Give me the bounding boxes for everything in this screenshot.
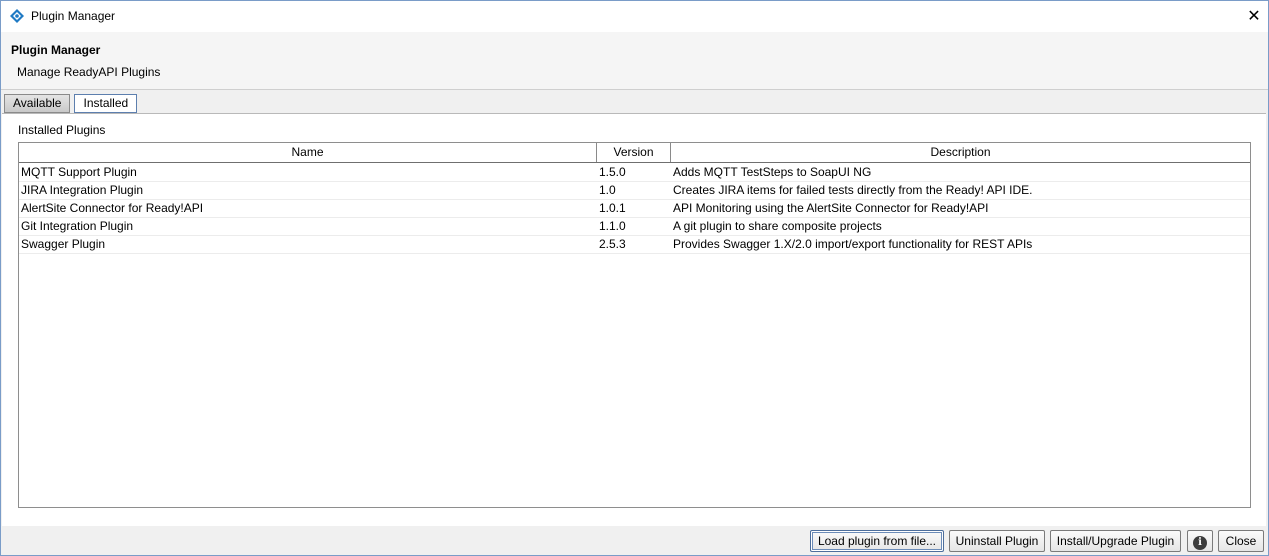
column-header-version[interactable]: Version (597, 143, 671, 162)
plugin-name: Git Integration Plugin (21, 219, 134, 233)
table-row[interactable]: MQTT Support Plugin 1.5.0 Adds MQTT Test… (19, 163, 1250, 182)
column-header-name[interactable]: Name (19, 143, 597, 162)
table-header: Name Version Description (19, 143, 1250, 163)
plugin-description: Provides Swagger 1.X/2.0 import/export f… (673, 237, 1033, 251)
readyapi-logo-icon (10, 9, 24, 23)
plugins-table: Name Version Description MQTT Support Pl… (18, 142, 1251, 508)
table-row[interactable]: JIRA Integration Plugin 1.0 Creates JIRA… (19, 181, 1250, 200)
plugin-version: 1.0.1 (599, 201, 626, 215)
plugin-version: 1.0 (599, 183, 616, 197)
close-button[interactable]: Close (1218, 530, 1264, 552)
install-upgrade-plugin-button[interactable]: Install/Upgrade Plugin (1050, 530, 1181, 552)
plugin-version: 1.1.0 (599, 219, 626, 233)
table-row[interactable]: Swagger Plugin 2.5.3 Provides Swagger 1.… (19, 235, 1250, 254)
close-icon[interactable]: ✕ (1241, 4, 1267, 28)
header-panel: Plugin Manager Manage ReadyAPI Plugins (1, 32, 1268, 90)
plugin-description: Adds MQTT TestSteps to SoapUI NG (673, 165, 872, 179)
header-title: Plugin Manager (11, 43, 101, 57)
plugin-manager-window: Plugin Manager ✕ Plugin Manager Manage R… (0, 0, 1269, 556)
plugin-description: A git plugin to share composite projects (673, 219, 882, 233)
section-label: Installed Plugins (18, 123, 106, 137)
header-subtitle: Manage ReadyAPI Plugins (17, 65, 161, 79)
window-title: Plugin Manager (31, 9, 116, 23)
table-row[interactable]: Git Integration Plugin 1.1.0 A git plugi… (19, 217, 1250, 236)
load-plugin-button[interactable]: Load plugin from file... (810, 530, 944, 552)
plugin-description: API Monitoring using the AlertSite Conne… (673, 201, 989, 215)
table-row[interactable]: AlertSite Connector for Ready!API 1.0.1 … (19, 199, 1250, 218)
plugin-name: AlertSite Connector for Ready!API (21, 201, 204, 215)
plugin-name: JIRA Integration Plugin (21, 183, 144, 197)
plugin-name: Swagger Plugin (21, 237, 106, 251)
uninstall-plugin-button[interactable]: Uninstall Plugin (949, 530, 1045, 552)
tab-installed[interactable]: Installed (74, 94, 138, 113)
plugin-version: 1.5.0 (599, 165, 626, 179)
plugin-name: MQTT Support Plugin (21, 165, 137, 179)
tab-bar: Available Installed (4, 94, 141, 113)
plugin-version: 2.5.3 (599, 237, 626, 251)
column-header-description[interactable]: Description (671, 143, 1250, 162)
installed-panel: Installed Plugins Name Version Descripti… (2, 113, 1266, 527)
title-bar: Plugin Manager ✕ (1, 1, 1268, 32)
tab-available[interactable]: Available (4, 94, 71, 113)
button-bar: Load plugin from file... Uninstall Plugi… (1, 526, 1268, 555)
info-icon: i (1193, 536, 1207, 550)
plugin-description: Creates JIRA items for failed tests dire… (673, 183, 1033, 197)
info-button[interactable]: i (1187, 530, 1213, 552)
